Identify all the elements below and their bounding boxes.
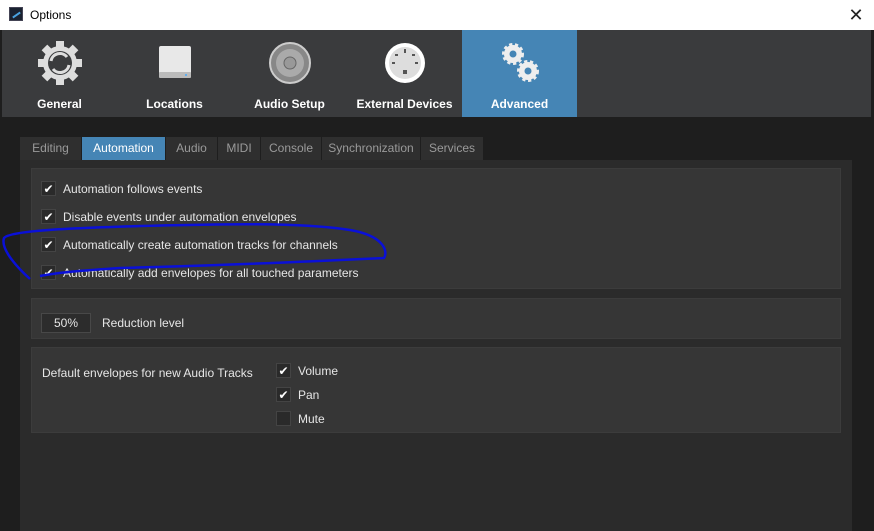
tab-services[interactable]: Services	[421, 137, 483, 160]
tab-midi[interactable]: MIDI	[218, 137, 260, 160]
checkbox[interactable]: ✔	[41, 209, 56, 224]
toolbar-locations[interactable]: Locations	[117, 30, 232, 117]
toolbar-audio-setup[interactable]: Audio Setup	[232, 30, 347, 117]
toolbar-label: General	[37, 97, 82, 111]
drive-icon	[159, 46, 191, 78]
category-toolbar: General Locations Audio Setup External D…	[2, 30, 871, 117]
close-icon[interactable]: ✕	[842, 4, 870, 26]
default-envelopes-label: Default envelopes for new Audio Tracks	[42, 366, 253, 380]
tab-automation[interactable]: Automation	[82, 137, 165, 160]
checkbox[interactable]: ✔	[276, 363, 291, 378]
checkbox[interactable]: ✔	[41, 265, 56, 280]
default-envelopes-group: Default envelopes for new Audio Tracks ✔…	[31, 347, 841, 433]
checkbox[interactable]: ✔	[41, 181, 56, 196]
option-label: Automatically create automation tracks f…	[63, 238, 338, 252]
option-label: Disable events under automation envelope…	[63, 210, 297, 224]
option-label: Pan	[298, 388, 320, 402]
tab-editing[interactable]: Editing	[20, 137, 81, 160]
toolbar-label: Advanced	[490, 97, 549, 111]
window-title: Options	[30, 8, 72, 22]
automation-options-group: ✔ Automation follows events ✔ Disable even…	[31, 168, 841, 289]
speaker-icon	[269, 42, 311, 84]
automation-panel: ✔ Automation follows events ✔ Disable even…	[20, 160, 852, 531]
tab-console[interactable]: Console	[261, 137, 321, 160]
option-label: Mute	[298, 412, 325, 426]
toolbar-label: External Devices	[356, 97, 453, 111]
checkbox[interactable]: ✔	[276, 387, 291, 402]
toolbar-label: Audio Setup	[254, 97, 325, 111]
checkbox[interactable]: ✔	[41, 237, 56, 252]
title-bar: Options ✕	[0, 0, 874, 30]
toolbar-label: Locations	[146, 97, 203, 111]
gears-icon	[502, 43, 539, 82]
tab-audio[interactable]: Audio	[166, 137, 217, 160]
gear-refresh-icon	[37, 40, 83, 86]
toolbar-general[interactable]: General	[2, 30, 117, 117]
app-icon	[9, 7, 23, 21]
reduction-level-input[interactable]: 50%	[41, 313, 91, 333]
option-label: Volume	[298, 364, 339, 378]
checkbox[interactable]	[276, 411, 291, 426]
toolbar-external-devices[interactable]: External Devices	[347, 30, 462, 117]
reduction-group: 50% Reduction level	[31, 298, 841, 339]
midi-port-icon	[385, 43, 425, 83]
reduction-level-label: Reduction level	[102, 316, 185, 330]
options-window: General Locations Audio Setup External D…	[2, 30, 871, 531]
toolbar-advanced[interactable]: Advanced	[462, 30, 577, 117]
option-label: Automation follows events	[63, 182, 203, 196]
option-label: Automatically add envelopes for all touc…	[63, 266, 359, 280]
tab-synchronization[interactable]: Synchronization	[322, 137, 420, 160]
